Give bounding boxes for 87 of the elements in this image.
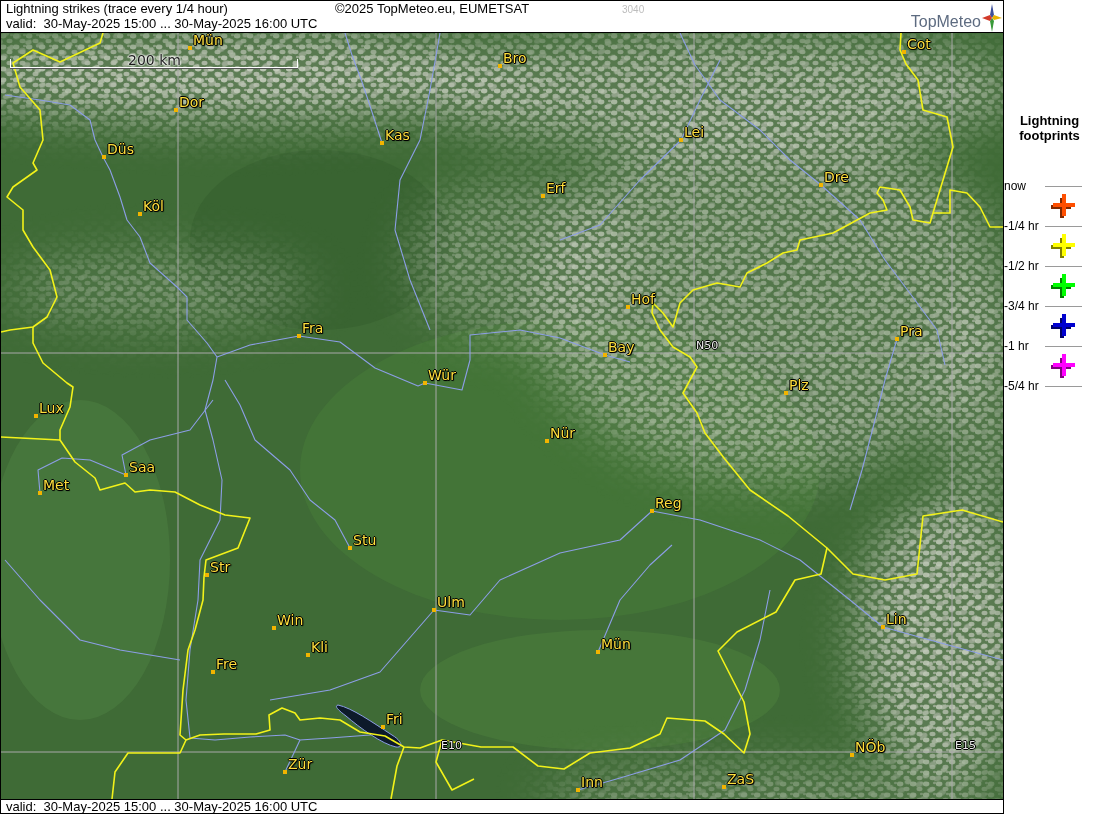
code-text: 3040 — [622, 3, 645, 17]
legend-title: Lightning footprints — [1018, 113, 1081, 143]
validity-text: valid: 30-May-2025 15:00 ... 30-May-2025 16:00 UTC — [6, 800, 318, 813]
city-label: Lux — [38, 401, 64, 415]
city-label: Bay — [607, 340, 635, 354]
city-marker-icon — [423, 381, 427, 385]
city-label: Nür — [549, 426, 576, 440]
city-marker-icon — [576, 788, 580, 792]
city-label: Bro — [502, 51, 527, 65]
city-label: Pra — [899, 324, 923, 338]
time-label: -1 hr — [1004, 339, 1030, 353]
time-label: -5/4 hr — [1004, 379, 1040, 393]
city-marker-icon — [626, 305, 630, 309]
grid-label: E15 — [955, 740, 976, 752]
city-label: NÖb — [854, 740, 886, 754]
city-label: Saa — [128, 460, 156, 474]
time-label: -3/4 hr — [1004, 299, 1040, 313]
city-marker-icon — [138, 212, 142, 216]
grid-label: N50 — [696, 340, 719, 352]
city-label: Mün — [600, 637, 631, 651]
city-label: ZaS — [726, 772, 755, 786]
copyright-text: ©2025 TopMeteo.eu, EUMETSAT — [335, 2, 531, 16]
city-label: Dor — [178, 95, 205, 109]
city-marker-icon — [380, 141, 384, 145]
city-marker-icon — [34, 414, 38, 418]
city-marker-icon — [124, 473, 128, 477]
city-marker-icon — [348, 546, 352, 550]
city-label: Fre — [215, 657, 238, 671]
city-label: Inn — [580, 775, 603, 789]
city-marker-icon — [679, 138, 683, 142]
city-marker-icon — [541, 194, 545, 198]
city-marker-icon — [784, 391, 788, 395]
validity-text: valid: 30-May-2025 15:00 ... 30-May-2025 16:00 UTC — [6, 17, 319, 31]
city-marker-icon — [722, 785, 726, 789]
city-marker-icon — [545, 439, 549, 443]
city-label: Düs — [106, 142, 134, 156]
time-label: now — [1004, 179, 1027, 193]
city-marker-icon — [596, 650, 600, 654]
city-marker-icon — [205, 573, 209, 577]
city-label: Reg — [654, 496, 682, 510]
city-marker-icon — [498, 64, 502, 68]
map-title: Lightning strikes (trace every 1/4 hour) — [6, 2, 229, 16]
city-label: Dre — [823, 170, 849, 184]
city-label: Str — [209, 560, 231, 574]
city-label: Hof — [630, 292, 656, 306]
city-marker-icon — [650, 509, 654, 513]
city-marker-icon — [272, 626, 276, 630]
city-marker-icon — [188, 46, 192, 50]
city-label: Ulm — [436, 595, 465, 609]
city-label: Kli — [310, 640, 328, 654]
city-marker-icon — [283, 770, 287, 774]
city-marker-icon — [850, 753, 854, 757]
time-label: -1/4 hr — [1004, 219, 1040, 233]
city-marker-icon — [211, 670, 215, 674]
city-label: Fra — [301, 321, 324, 335]
compass-star-icon — [982, 4, 1002, 32]
city-label: Lin — [885, 612, 907, 626]
city-marker-icon — [819, 183, 823, 187]
city-marker-icon — [297, 334, 301, 338]
city-label: Mün — [192, 33, 223, 47]
city-label: Stu — [352, 533, 377, 547]
city-label: Win — [276, 613, 304, 627]
city-marker-icon — [902, 50, 906, 54]
city-label: Fri — [385, 712, 403, 726]
city-label: Cot — [906, 37, 931, 51]
city-marker-icon — [895, 337, 899, 341]
city-marker-icon — [381, 725, 385, 729]
city-marker-icon — [306, 653, 310, 657]
city-marker-icon — [38, 491, 42, 495]
scale-label: 200 km — [128, 53, 181, 67]
city-label: Köl — [142, 199, 164, 213]
city-label: Wür — [427, 368, 456, 382]
city-label: Erf — [545, 181, 566, 195]
city-label: Plz — [788, 378, 809, 392]
city-marker-icon — [603, 353, 607, 357]
city-label: Met — [42, 478, 70, 492]
city-marker-icon — [432, 608, 436, 612]
city-marker-icon — [102, 155, 106, 159]
lake-shape — [335, 704, 402, 748]
city-marker-icon — [881, 625, 885, 629]
city-marker-icon — [174, 108, 178, 112]
city-label: Lei — [683, 125, 705, 139]
city-label: Zür — [287, 757, 313, 771]
grid-label: E10 — [441, 740, 462, 752]
city-label: Kas — [384, 128, 410, 142]
time-label: -1/2 hr — [1004, 259, 1040, 273]
logo-wordmark: TopMeteo — [910, 13, 981, 32]
